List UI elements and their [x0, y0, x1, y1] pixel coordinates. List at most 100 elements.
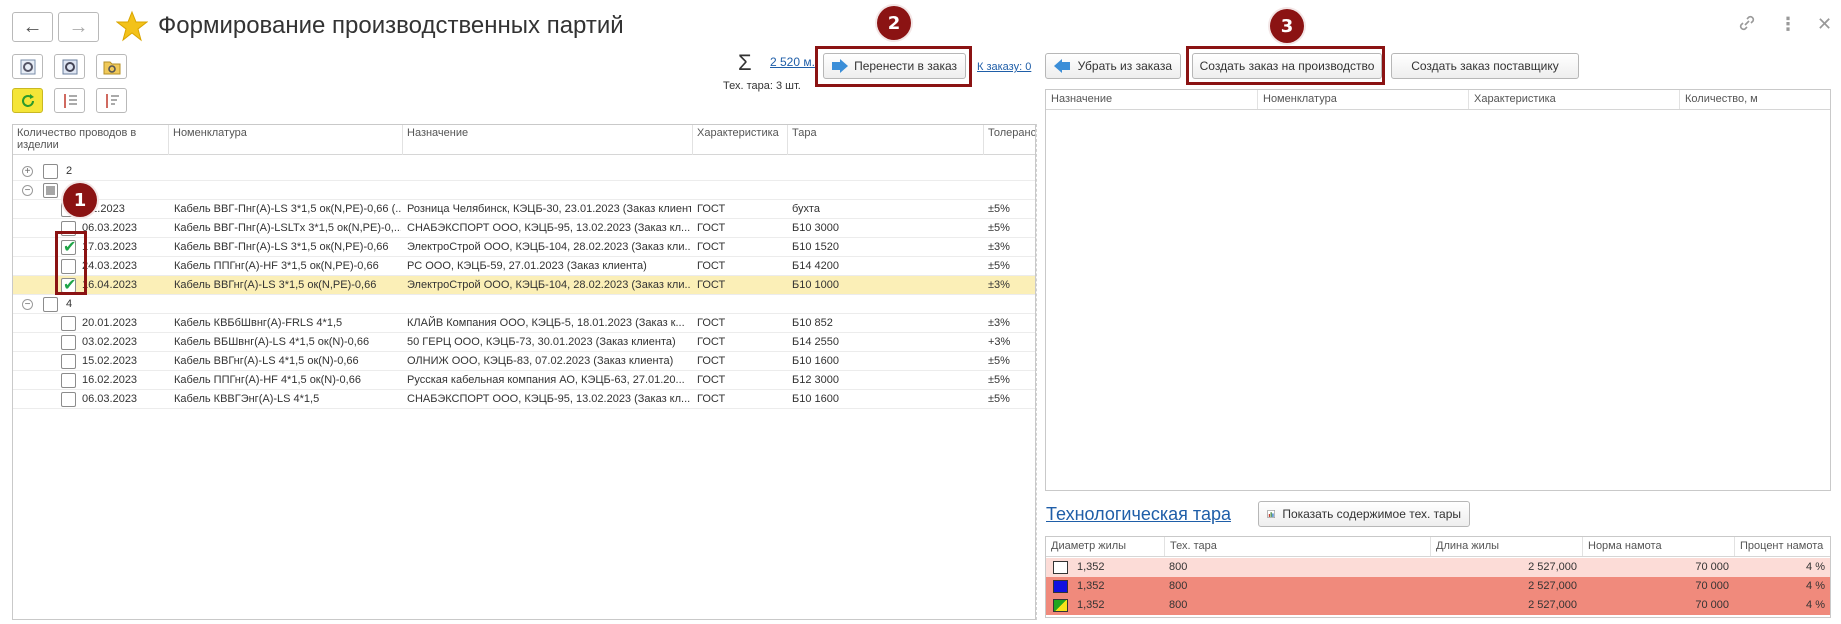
group-row-4[interactable]: − 4 [13, 295, 1035, 314]
col-quantity[interactable]: Количество, м [1679, 90, 1832, 109]
to-order-link[interactable]: К заказу: 0 [977, 61, 1031, 73]
group-checkbox[interactable] [43, 164, 58, 179]
table-row[interactable]: .01.2023 Кабель ВВГ-Пнг(А)-LS 3*1,5 ок(N,… [13, 200, 1035, 219]
cell-norm: 70 000 [1695, 561, 1729, 573]
cell-percent: 4 % [1806, 599, 1825, 611]
col-diameter[interactable]: Диаметр жилы [1046, 537, 1164, 556]
col-norm[interactable]: Норма намота [1582, 537, 1734, 556]
col-nomenclature[interactable]: Номенклатура [1257, 90, 1468, 109]
row-checkbox[interactable] [61, 354, 76, 369]
cell-characteristic: ГОСТ [697, 374, 726, 386]
cell-percent: 4 % [1806, 580, 1825, 592]
cell-diameter: 1,352 [1077, 561, 1105, 573]
cell-nomenclature: Кабель ВВГ-Пнг(А)-LS 3*1,5 ок(N,PE)-0,66 [174, 241, 389, 253]
row-checkbox[interactable] [61, 335, 76, 350]
table-row[interactable]: ✔ 16.04.2023 Кабель ВВГнг(А)-LS 3*1,5 ок(N… [13, 276, 1035, 295]
settings-folder-button[interactable] [96, 54, 127, 79]
collapse-icon[interactable]: − [22, 299, 33, 310]
row-checkbox[interactable] [61, 316, 76, 331]
cell-tolerance: ±3% [988, 241, 1010, 253]
col-nomenclature[interactable]: Номенклатура [168, 125, 402, 155]
expand-icon[interactable]: + [22, 166, 33, 177]
cell-tolerance: ±5% [988, 260, 1010, 272]
forward-button[interactable]: → [58, 12, 99, 42]
create-supplier-order-button[interactable]: Создать заказ поставщику [1391, 53, 1579, 79]
cell-tolerance: ±3% [988, 279, 1010, 291]
table-row[interactable]: 06.03.2023 Кабель ВВГ-Пнг(А)-LSLTx 3*1,5 … [13, 219, 1035, 238]
cell-nomenclature: Кабель ВВГнг(А)-LS 3*1,5 ок(N,PE)-0,66 [174, 279, 377, 291]
table-row[interactable]: 1,352 800 2 527,000 70 000 4 % [1046, 577, 1830, 596]
row-checkbox[interactable] [61, 373, 76, 388]
cell-tara: Б12 3000 [792, 374, 839, 386]
splitter[interactable] [1036, 124, 1044, 620]
table-row[interactable]: 03.02.2023 Кабель ВБШвнг(А)-LS 4*1,5 ок(N… [13, 333, 1035, 352]
cell-nomenclature: Кабель ППГнг(А)-HF 4*1,5 ок(N)-0,66 [174, 374, 361, 386]
cell-nomenclature: Кабель ВВГ-Пнг(А)-LS 3*1,5 ок(N,PE)-0,66… [174, 203, 401, 215]
cell-tara: Б14 2550 [792, 336, 839, 348]
col-characteristic[interactable]: Характеристика [1468, 90, 1679, 109]
table-row[interactable]: 1,352 800 2 527,000 70 000 4 % [1046, 558, 1830, 577]
cell-tara: Б10 3000 [792, 222, 839, 234]
table-row[interactable]: ✔ 17.03.2023 Кабель ВВГ-Пнг(А)-LS 3*1,5 ок… [13, 238, 1035, 257]
table-row[interactable]: 15.02.2023 Кабель ВВГнг(А)-LS 4*1,5 ок(N)… [13, 352, 1035, 371]
cell-date: 03.02.2023 [82, 336, 138, 348]
col-characteristic[interactable]: Характеристика [692, 125, 787, 155]
sort-descending-button[interactable] [96, 88, 127, 113]
table-row[interactable]: 24.03.2023 Кабель ППГнг(А)-HF 3*1,5 ок(N,… [13, 257, 1035, 276]
group-label: 4 [66, 298, 73, 310]
cell-date: 06.03.2023 [82, 222, 138, 234]
sort-ascending-button[interactable] [54, 88, 85, 113]
table-row[interactable]: 06.03.2023 Кабель КВВГЭнг(А)-LS 4*1,5 СНАБ… [13, 390, 1035, 409]
cell-diameter: 1,352 [1077, 599, 1105, 611]
col-percent[interactable]: Процент намота [1734, 537, 1832, 556]
cell-characteristic: ГОСТ [697, 241, 726, 253]
cell-characteristic: ГОСТ [697, 260, 726, 272]
table-row[interactable]: 20.01.2023 Кабель КВБбШвнг(А)-FRLS 4*1,5 К… [13, 314, 1035, 333]
sort-icon [63, 93, 77, 108]
cell-date: 20.01.2023 [82, 317, 138, 329]
col-tolerance[interactable]: Толеранс [983, 125, 1035, 155]
group-checkbox[interactable] [43, 183, 58, 198]
link-icon[interactable] [1738, 14, 1756, 37]
show-tare-contents-button[interactable]: Показать содержимое тех. тары [1258, 501, 1470, 527]
more-menu-icon[interactable]: ⋮ [1779, 14, 1797, 35]
cell-destination: Розница Челябинск, КЭЦБ-30, 23.01.2023 (… [407, 203, 691, 215]
arrow-left-icon: ← [22, 15, 43, 38]
tare-title[interactable]: Технологическая тара [1046, 504, 1231, 525]
gear-disk-icon [62, 59, 77, 74]
row-checkbox[interactable] [61, 392, 76, 407]
col-length[interactable]: Длина жилы [1430, 537, 1582, 556]
group-checkbox[interactable] [43, 297, 58, 312]
col-destination[interactable]: Назначение [1046, 90, 1257, 109]
refresh-button[interactable] [12, 88, 43, 113]
cell-destination: КЛАЙВ Компания ООО, КЭЦБ-5, 18.01.2023 (… [407, 317, 685, 329]
cell-characteristic: ГОСТ [697, 279, 726, 291]
sum-link[interactable]: 2 520 м. [770, 55, 815, 69]
table-row[interactable]: 1,352 800 2 527,000 70 000 4 % [1046, 596, 1830, 615]
cell-norm: 70 000 [1695, 580, 1729, 592]
col-wires[interactable]: Количество проводов в изделии [13, 125, 168, 155]
cell-tolerance: ±5% [988, 355, 1010, 367]
color-swatch [1053, 580, 1068, 593]
collapse-icon[interactable]: − [22, 185, 33, 196]
cell-destination: Русская кабельная компания АО, КЭЦБ-63, … [407, 374, 685, 386]
cell-length: 2 527,000 [1528, 580, 1577, 592]
settings-save-button[interactable] [54, 54, 85, 79]
group-row-3[interactable]: − [13, 181, 1035, 200]
close-icon[interactable]: ✕ [1817, 14, 1832, 35]
back-button[interactable]: ← [12, 12, 53, 42]
col-tara[interactable]: Тех. тара [1164, 537, 1430, 556]
group-row-2[interactable]: + 2 [13, 162, 1035, 181]
col-tara[interactable]: Тара [787, 125, 983, 155]
settings-button[interactable] [12, 54, 43, 79]
remove-from-order-button[interactable]: Убрать из заказа [1045, 53, 1181, 79]
col-destination[interactable]: Назначение [402, 125, 692, 155]
favorite-star-icon[interactable] [115, 10, 149, 42]
cell-date: 15.02.2023 [82, 355, 138, 367]
tare-table-header: Диаметр жилы Тех. тара Длина жилы Норма … [1046, 537, 1830, 557]
highlight-3 [1186, 46, 1385, 85]
cell-nomenclature: Кабель ППГнг(А)-HF 3*1,5 ок(N,PE)-0,66 [174, 260, 379, 272]
cell-date: 17.03.2023 [82, 241, 138, 253]
cell-destination: 50 ГЕРЦ ООО, КЭЦБ-73, 30.01.2023 (Заказ … [407, 336, 676, 348]
table-row[interactable]: 16.02.2023 Кабель ППГнг(А)-HF 4*1,5 ок(N)… [13, 371, 1035, 390]
